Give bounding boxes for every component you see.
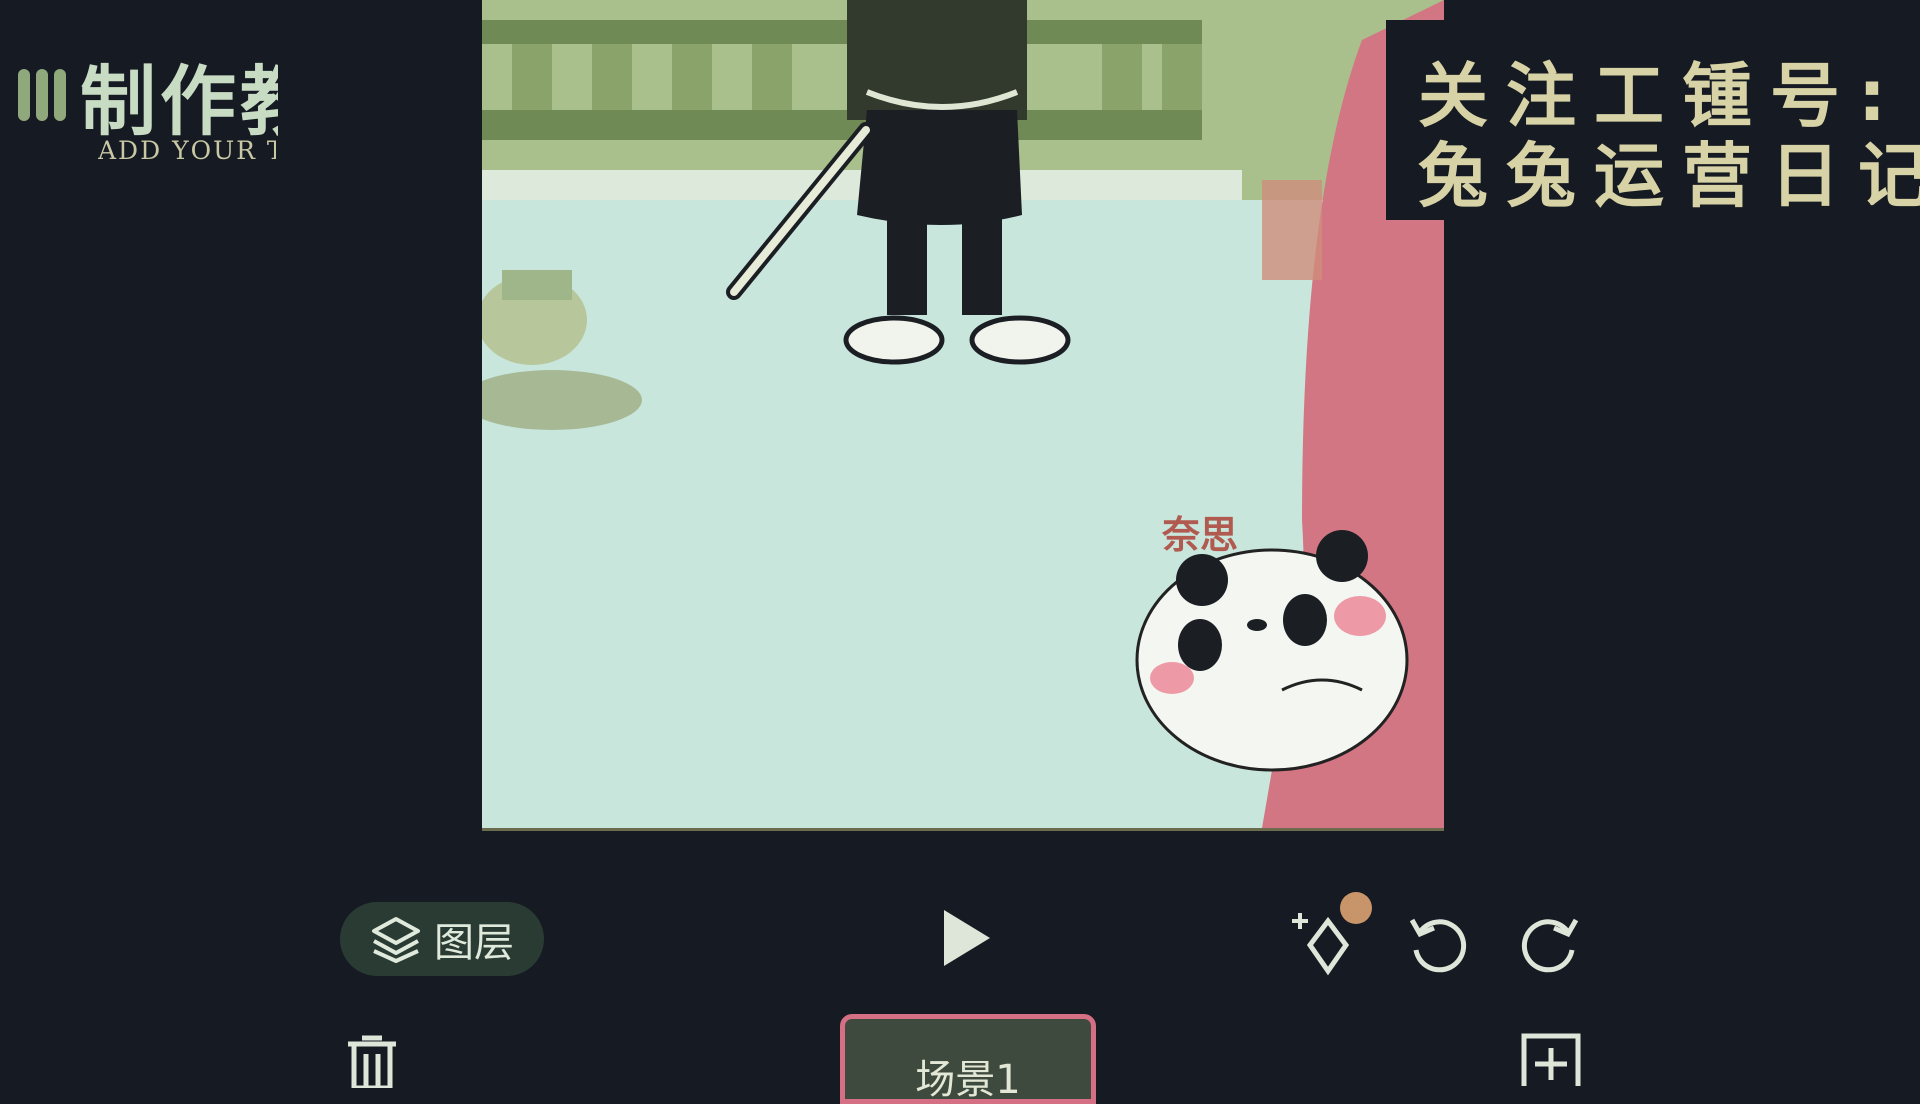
undo-icon[interactable]	[1404, 910, 1470, 976]
scene-label: 场景1	[915, 1057, 1021, 1103]
layers-label: 图层	[434, 920, 514, 966]
project-title: 制作教	[80, 57, 278, 146]
trash-icon[interactable]	[340, 1028, 404, 1088]
watermark-line-2: 兔兔运营日记	[1418, 135, 1920, 217]
add-scene-icon[interactable]	[1518, 1030, 1584, 1086]
project-subtitle: ADD YOUR TITI	[98, 136, 276, 165]
scene-tab[interactable]: 场景1	[840, 1014, 1096, 1104]
pro-badge	[1340, 892, 1372, 924]
scene-illustration: 奈思	[482, 0, 1444, 828]
scene-canvas[interactable]: 奈思	[482, 0, 1444, 831]
play-icon[interactable]	[936, 906, 996, 970]
redo-icon[interactable]	[1518, 910, 1584, 976]
sticker-text: 奈思	[1161, 513, 1238, 557]
watermark: 关注工锺号: 兔兔运营日记	[1386, 20, 1920, 220]
project-title-block: 制作教	[18, 40, 278, 150]
layers-icon	[372, 917, 420, 963]
layers-button[interactable]: 图层	[340, 902, 544, 976]
menu-bars-icon	[18, 69, 66, 121]
